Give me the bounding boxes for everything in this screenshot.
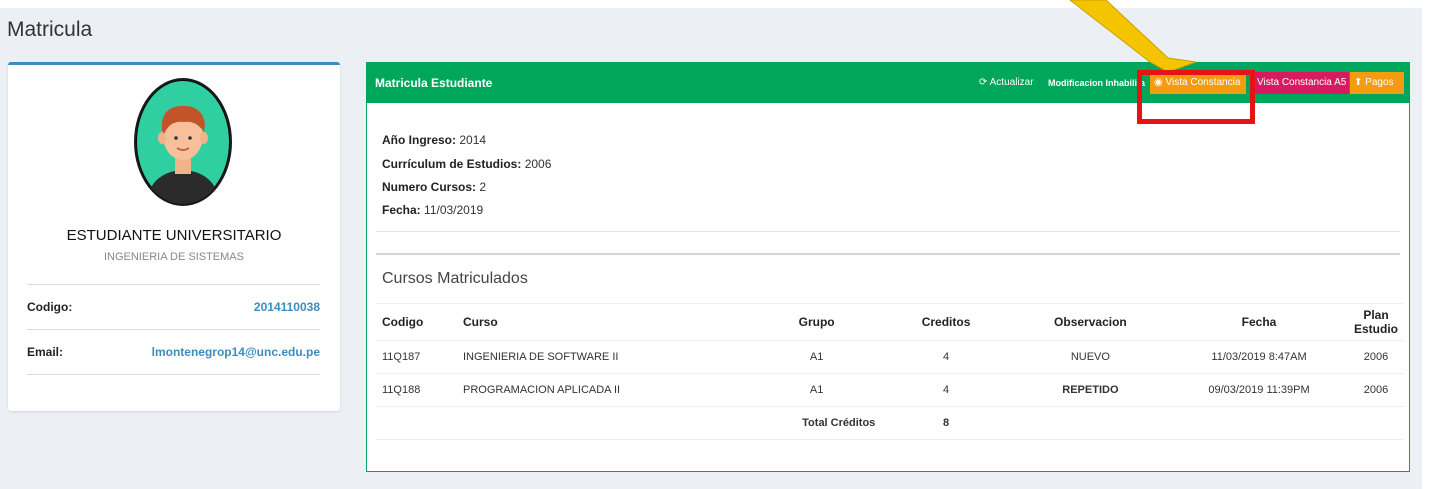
vista-constancia-button[interactable]: ◉ Vista Constancia (1150, 72, 1246, 94)
col-fecha: Fecha (1170, 303, 1348, 341)
cell-plan-estudio: 2006 (1348, 340, 1404, 374)
cell-creditos: 4 (881, 340, 1011, 374)
box-title: Matricula Estudiante (375, 76, 493, 90)
cell-observacion: REPETIDO (1010, 373, 1171, 407)
col-curso: Curso (456, 303, 752, 341)
box-header: Matricula Estudiante ⟳ Actualizar Modifi… (367, 63, 1409, 103)
vista-constancia-label: Vista Constancia (1165, 77, 1241, 88)
detail-numero: Numero Cursos: 2 (382, 180, 486, 194)
modificacion-inhabilita-button[interactable]: Modificacion Inhabilita (1048, 63, 1145, 103)
table-row: 11Q188 PROGRAMACION APLICADA II A1 4 REP… (376, 373, 1404, 407)
total-label: Total Créditos (751, 406, 882, 440)
numero-label: Numero Cursos: (382, 180, 477, 194)
cursos-title: Cursos Matriculados (382, 270, 528, 287)
curriculum-value: 2006 (524, 157, 552, 171)
cell-codigo: 11Q187 (376, 340, 457, 374)
modificacion-label: Modificacion Inhabilita (1048, 78, 1146, 88)
divider (376, 231, 1400, 232)
cell-observacion: NUEVO (1010, 340, 1171, 374)
col-grupo: Grupo (751, 303, 882, 341)
table-header-row: Codigo Curso Grupo Creditos Observacion … (376, 303, 1404, 341)
fecha-label: Fecha: (382, 203, 421, 217)
anio-label: Año Ingreso: (382, 133, 456, 147)
cell-grupo: A1 (751, 340, 882, 374)
vista-constancia-a5-label: Vista Constancia A5 (1257, 77, 1347, 88)
email-row: Email: lmontenegrop14@unc.edu.pe (27, 329, 320, 375)
col-codigo: Codigo (376, 303, 457, 341)
total-row: Total Créditos 8 (376, 406, 1404, 440)
student-name: ESTUDIANTE UNIVERSITARIO (66, 227, 282, 244)
detail-fecha: Fecha: 11/03/2019 (382, 203, 483, 217)
profile-card: ESTUDIANTE UNIVERSITARIO INGENIERIA DE S… (8, 62, 340, 411)
eye-icon: ◉ (1154, 77, 1163, 88)
anio-value: 2014 (459, 133, 487, 147)
table-row: 11Q187 INGENIERIA DE SOFTWARE II A1 4 NU… (376, 340, 1404, 374)
cell-grupo: A1 (751, 373, 882, 407)
codigo-label: Codigo: (27, 300, 73, 314)
actualizar-label: Actualizar (989, 77, 1034, 88)
matricula-box: Matricula Estudiante ⟳ Actualizar Modifi… (366, 62, 1410, 472)
cell-curso: PROGRAMACION APLICADA II (456, 373, 752, 407)
detail-curriculum: Currículum de Estudios: 2006 (382, 157, 551, 171)
col-creditos: Creditos (881, 303, 1011, 341)
cell-curso: INGENIERIA DE SOFTWARE II (456, 340, 752, 374)
total-value: 8 (881, 406, 1011, 440)
cell-fecha: 11/03/2019 8:47AM (1170, 340, 1348, 374)
avatar (134, 78, 232, 206)
refresh-icon: ⟳ (979, 77, 988, 88)
pagos-button[interactable]: ⬆ Pagos (1350, 72, 1404, 94)
fecha-value: 11/03/2019 (424, 203, 484, 217)
cell-codigo: 11Q188 (376, 373, 457, 407)
vista-constancia-a5-button[interactable]: Vista Constancia A5 (1253, 72, 1349, 94)
curriculum-label: Currículum de Estudios: (382, 157, 522, 171)
email-value[interactable]: lmontenegrop14@unc.edu.pe (152, 345, 320, 359)
col-plan-estudio: Plan Estudio (1348, 303, 1404, 341)
pagos-label: Pagos (1365, 77, 1394, 88)
actualizar-button[interactable]: ⟳ Actualizar (979, 63, 1034, 103)
divider (376, 253, 1400, 255)
cursos-table: Codigo Curso Grupo Creditos Observacion … (376, 303, 1404, 440)
cell-creditos: 4 (881, 373, 1011, 407)
codigo-row: Codigo: 2014110038 (27, 284, 320, 329)
email-label: Email: (27, 345, 64, 359)
student-career: INGENIERIA DE SISTEMAS (104, 251, 244, 263)
cell-plan-estudio: 2006 (1348, 373, 1404, 407)
detail-anio: Año Ingreso: 2014 (382, 133, 486, 147)
avatar-illustration (137, 81, 229, 204)
circle-up-icon: ⬆ (1354, 77, 1363, 88)
numero-value: 2 (479, 180, 487, 194)
col-observacion: Observacion (1010, 303, 1171, 341)
page-title: Matricula (7, 18, 93, 41)
cell-fecha: 09/03/2019 11:39PM (1170, 373, 1348, 407)
codigo-value[interactable]: 2014110038 (254, 300, 320, 314)
